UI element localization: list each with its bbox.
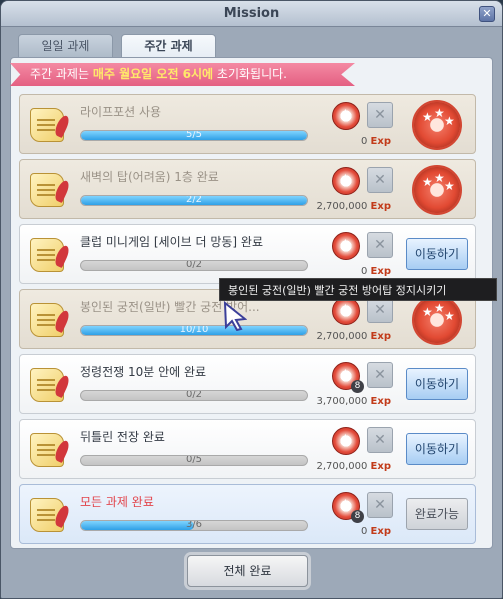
progress-text: 0/5 <box>185 455 203 465</box>
mission-window: Mission ✕ 일일 과제 주간 과제 주간 과제는 매주 월요일 오전 6… <box>0 0 503 599</box>
mission-title: 뒤틀린 전장 완료 <box>80 430 165 444</box>
go-to-button[interactable]: 이동하기 <box>406 368 468 400</box>
exp-amount: 2,700,000 <box>316 331 368 342</box>
cancel-icon[interactable]: ✕ <box>367 167 393 193</box>
quest-scroll-icon <box>30 433 72 467</box>
completed-stamp-icon: ★ ★ ★ <box>412 165 462 215</box>
go-to-button[interactable]: 이동하기 <box>406 238 468 270</box>
progress-bar: 0/5 <box>80 455 308 466</box>
progress-bar: 0/2 <box>80 260 308 271</box>
close-icon[interactable]: ✕ <box>479 6 495 22</box>
quest-scroll-icon <box>30 368 72 402</box>
quest-scroll-icon <box>30 303 72 337</box>
exp-reward: 2,700,000 Exp <box>316 331 391 342</box>
reward-count: 8 <box>351 510 364 523</box>
exp-reward: 0 Exp <box>361 526 391 537</box>
exp-label: Exp <box>370 201 391 212</box>
complete-available-button[interactable]: 완료가능 <box>406 498 468 530</box>
exp-reward: 2,700,000 Exp <box>316 201 391 212</box>
exp-amount: 0 <box>360 526 368 537</box>
exp-label: Exp <box>370 331 391 342</box>
mouse-cursor-icon <box>223 301 247 331</box>
progress-bar: 5/5 <box>80 130 308 141</box>
reset-notice-banner: 주간 과제는 매주 월요일 오전 6시에 초기화됩니다. <box>10 63 355 86</box>
progress-text: 3/6 <box>185 520 203 530</box>
notice-text: 주간 과제는 <box>30 67 93 81</box>
notice-highlight: 매주 월요일 오전 6시에 <box>92 67 214 81</box>
reward-medal-icon[interactable]: ★ <box>332 167 360 195</box>
notice-text-end: 초기화됩니다. <box>213 67 287 81</box>
completed-stamp-icon: ★ ★ ★ <box>412 295 462 345</box>
exp-amount: 2,700,000 <box>316 461 368 472</box>
mission-row: 정령전쟁 10분 안에 완료 0/2 ★ 8 ✕ 3,700,000 Exp 이동… <box>19 354 476 414</box>
progress-text: 10/10 <box>179 325 209 335</box>
reward-medal-icon[interactable]: ★ 8 <box>332 362 364 393</box>
mission-title: 클럽 미니게임 [세이브 더 망동] 완료 <box>80 235 263 249</box>
exp-label: Exp <box>370 396 391 407</box>
reward-medal-icon[interactable]: ★ 8 <box>332 492 364 523</box>
exp-label: Exp <box>370 266 391 277</box>
progress-bar: 0/2 <box>80 390 308 401</box>
mission-title: 모든 과제 완료 <box>80 495 154 509</box>
progress-bar: 10/10 <box>80 325 308 336</box>
mission-title: 라이프포션 사용 <box>80 105 162 119</box>
mission-title: 정령전쟁 10분 안에 완료 <box>80 365 207 379</box>
exp-reward: 2,700,000 Exp <box>316 461 391 472</box>
exp-reward: 3,700,000 Exp <box>316 396 391 407</box>
completed-stamp-icon: ★ ★ ★ <box>412 100 462 150</box>
reward-medal-icon[interactable]: ★ <box>332 427 360 455</box>
reward-medal-icon[interactable]: ★ <box>332 232 360 260</box>
tab-weekly[interactable]: 주간 과제 <box>121 34 216 58</box>
exp-amount: 2,700,000 <box>316 201 368 212</box>
exp-amount: 0 <box>360 266 368 277</box>
progress-bar: 3/6 <box>80 520 308 531</box>
progress-text: 2/2 <box>185 195 203 205</box>
cancel-icon[interactable]: ✕ <box>367 232 393 258</box>
exp-reward: 0 Exp <box>361 266 391 277</box>
progress-text: 5/5 <box>185 130 203 140</box>
window-title: Mission <box>223 6 280 21</box>
reward-medal-icon[interactable]: ★ <box>332 102 360 130</box>
progress-bar: 2/2 <box>80 195 308 206</box>
mission-row: 클럽 미니게임 [세이브 더 망동] 완료 0/2 ★ ✕ 0 Exp 이동하기 <box>19 224 476 284</box>
progress-text: 0/2 <box>185 260 203 270</box>
quest-scroll-icon <box>30 498 72 532</box>
mission-row: 새벽의 탑(어려움) 1층 완료 2/2 ★ ✕ 2,700,000 Exp ★… <box>19 159 476 219</box>
cancel-icon[interactable]: ✕ <box>367 102 393 128</box>
exp-amount: 3,700,000 <box>316 396 368 407</box>
quest-scroll-icon <box>30 173 72 207</box>
cancel-icon[interactable]: ✕ <box>367 427 393 453</box>
mission-title: 새벽의 탑(어려움) 1층 완료 <box>80 170 219 184</box>
mission-tooltip: 봉인된 궁전(일반) 빨간 궁전 방어탑 정지시키기 <box>219 278 497 301</box>
mission-row: 뒤틀린 전장 완료 0/5 ★ ✕ 2,700,000 Exp 이동하기 <box>19 419 476 479</box>
exp-label: Exp <box>370 461 391 472</box>
exp-amount: 0 <box>360 136 368 147</box>
progress-text: 0/2 <box>185 390 203 400</box>
mission-row: 라이프포션 사용 5/5 ★ ✕ 0 Exp ★ ★ ★ <box>19 94 476 154</box>
title-bar[interactable]: Mission ✕ <box>1 1 502 27</box>
tab-daily[interactable]: 일일 과제 <box>18 34 113 58</box>
exp-label: Exp <box>370 136 391 147</box>
exp-label: Exp <box>370 526 391 537</box>
go-to-button[interactable]: 이동하기 <box>406 433 468 465</box>
exp-reward: 0 Exp <box>361 136 391 147</box>
mission-row-all-complete: 모든 과제 완료 3/6 ★ 8 ✕ 0 Exp 완료가능 <box>19 484 476 544</box>
cancel-icon[interactable]: ✕ <box>367 492 393 518</box>
quest-scroll-icon <box>30 238 72 272</box>
cancel-icon[interactable]: ✕ <box>367 362 393 388</box>
complete-all-button[interactable]: 전체 완료 <box>187 555 308 587</box>
reward-count: 8 <box>351 380 364 393</box>
quest-scroll-icon <box>30 108 72 142</box>
